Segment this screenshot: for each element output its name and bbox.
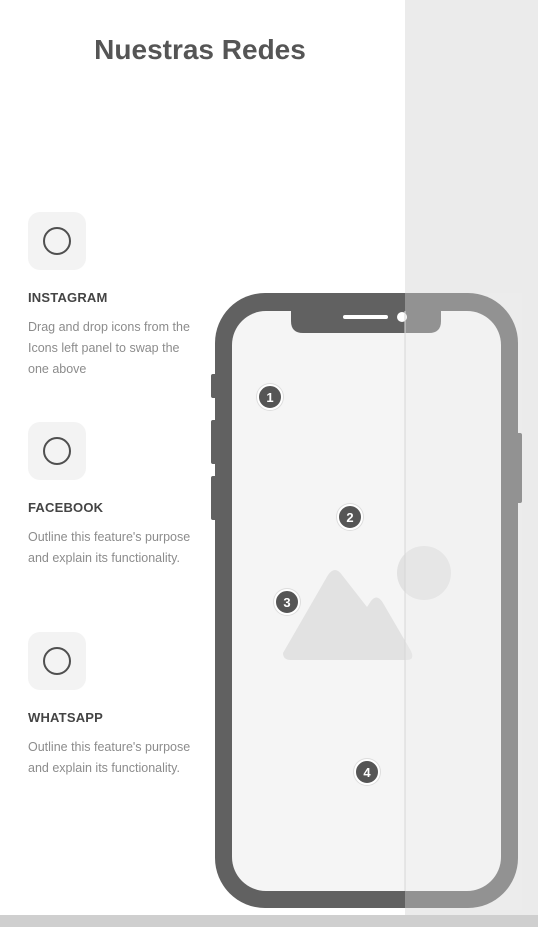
feature-instagram: INSTAGRAM Drag and drop icons from the I… bbox=[28, 212, 198, 380]
phone-frame bbox=[211, 293, 522, 910]
phone-mockup: 1 2 3 4 bbox=[211, 293, 522, 910]
hotspot-marker-3[interactable]: 3 bbox=[274, 589, 300, 615]
feature-title: INSTAGRAM bbox=[28, 290, 108, 305]
feature-icon-box[interactable] bbox=[28, 212, 86, 270]
feature-description: Outline this feature's purpose and expla… bbox=[28, 530, 191, 565]
feature-description: Outline this feature's purpose and expla… bbox=[28, 740, 191, 775]
page-title: Nuestras Redes bbox=[94, 34, 306, 65]
bottom-bar bbox=[0, 915, 538, 927]
circle-outline-icon bbox=[43, 437, 71, 465]
hotspot-marker-4[interactable]: 4 bbox=[354, 759, 380, 785]
feature-facebook: FACEBOOK Outline this feature's purpose … bbox=[28, 422, 198, 569]
feature-title: WHATSAPP bbox=[28, 710, 104, 725]
feature-icon-box[interactable] bbox=[28, 422, 86, 480]
feature-whatsapp: WHATSAPP Outline this feature's purpose … bbox=[28, 632, 198, 779]
hotspot-marker-1[interactable]: 1 bbox=[257, 384, 283, 410]
hotspot-marker-2[interactable]: 2 bbox=[337, 504, 363, 530]
feature-title: FACEBOOK bbox=[28, 500, 104, 515]
speaker-grill bbox=[343, 315, 388, 319]
feature-description: Drag and drop icons from the Icons left … bbox=[28, 320, 190, 376]
feature-icon-box[interactable] bbox=[28, 632, 86, 690]
circle-outline-icon bbox=[43, 227, 71, 255]
panel-overlay bbox=[405, 293, 522, 910]
circle-outline-icon bbox=[43, 647, 71, 675]
